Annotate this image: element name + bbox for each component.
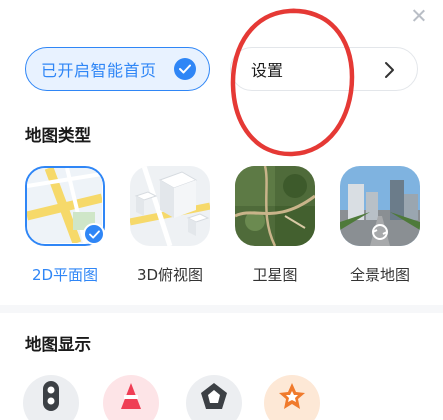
map-type-title: 地图类型 <box>25 126 91 145</box>
close-icon[interactable] <box>409 6 429 26</box>
map-type-3d-card[interactable] <box>130 166 210 246</box>
settings-label: 设置 <box>251 61 284 80</box>
map-type-panorama-label: 全景地图 <box>349 266 410 284</box>
cone-icon[interactable] <box>103 375 159 420</box>
star-icon[interactable] <box>264 375 320 420</box>
smart-home-label: 已开启智能首页 <box>41 61 157 80</box>
section-divider <box>0 305 443 313</box>
check-icon <box>174 58 196 80</box>
map-type-2d-label: 2D平面图 <box>31 266 99 284</box>
top-row: 已开启智能首页 设置 <box>25 47 418 91</box>
map-type-3d-label: 3D俯视图 <box>136 266 204 284</box>
chevron-right-icon <box>385 62 394 78</box>
smart-home-toggle[interactable]: 已开启智能首页 <box>25 47 210 91</box>
map-display-title: 地图显示 <box>25 335 91 354</box>
selected-check-icon <box>83 223 105 245</box>
traffic-light-icon[interactable] <box>23 375 79 420</box>
settings-button[interactable]: 设置 <box>230 47 418 91</box>
pentagon-icon[interactable] <box>186 375 242 420</box>
map-type-panorama-card[interactable] <box>340 166 420 246</box>
map-type-satellite-card[interactable] <box>235 166 315 246</box>
map-type-satellite-label: 卫星图 <box>252 266 298 284</box>
